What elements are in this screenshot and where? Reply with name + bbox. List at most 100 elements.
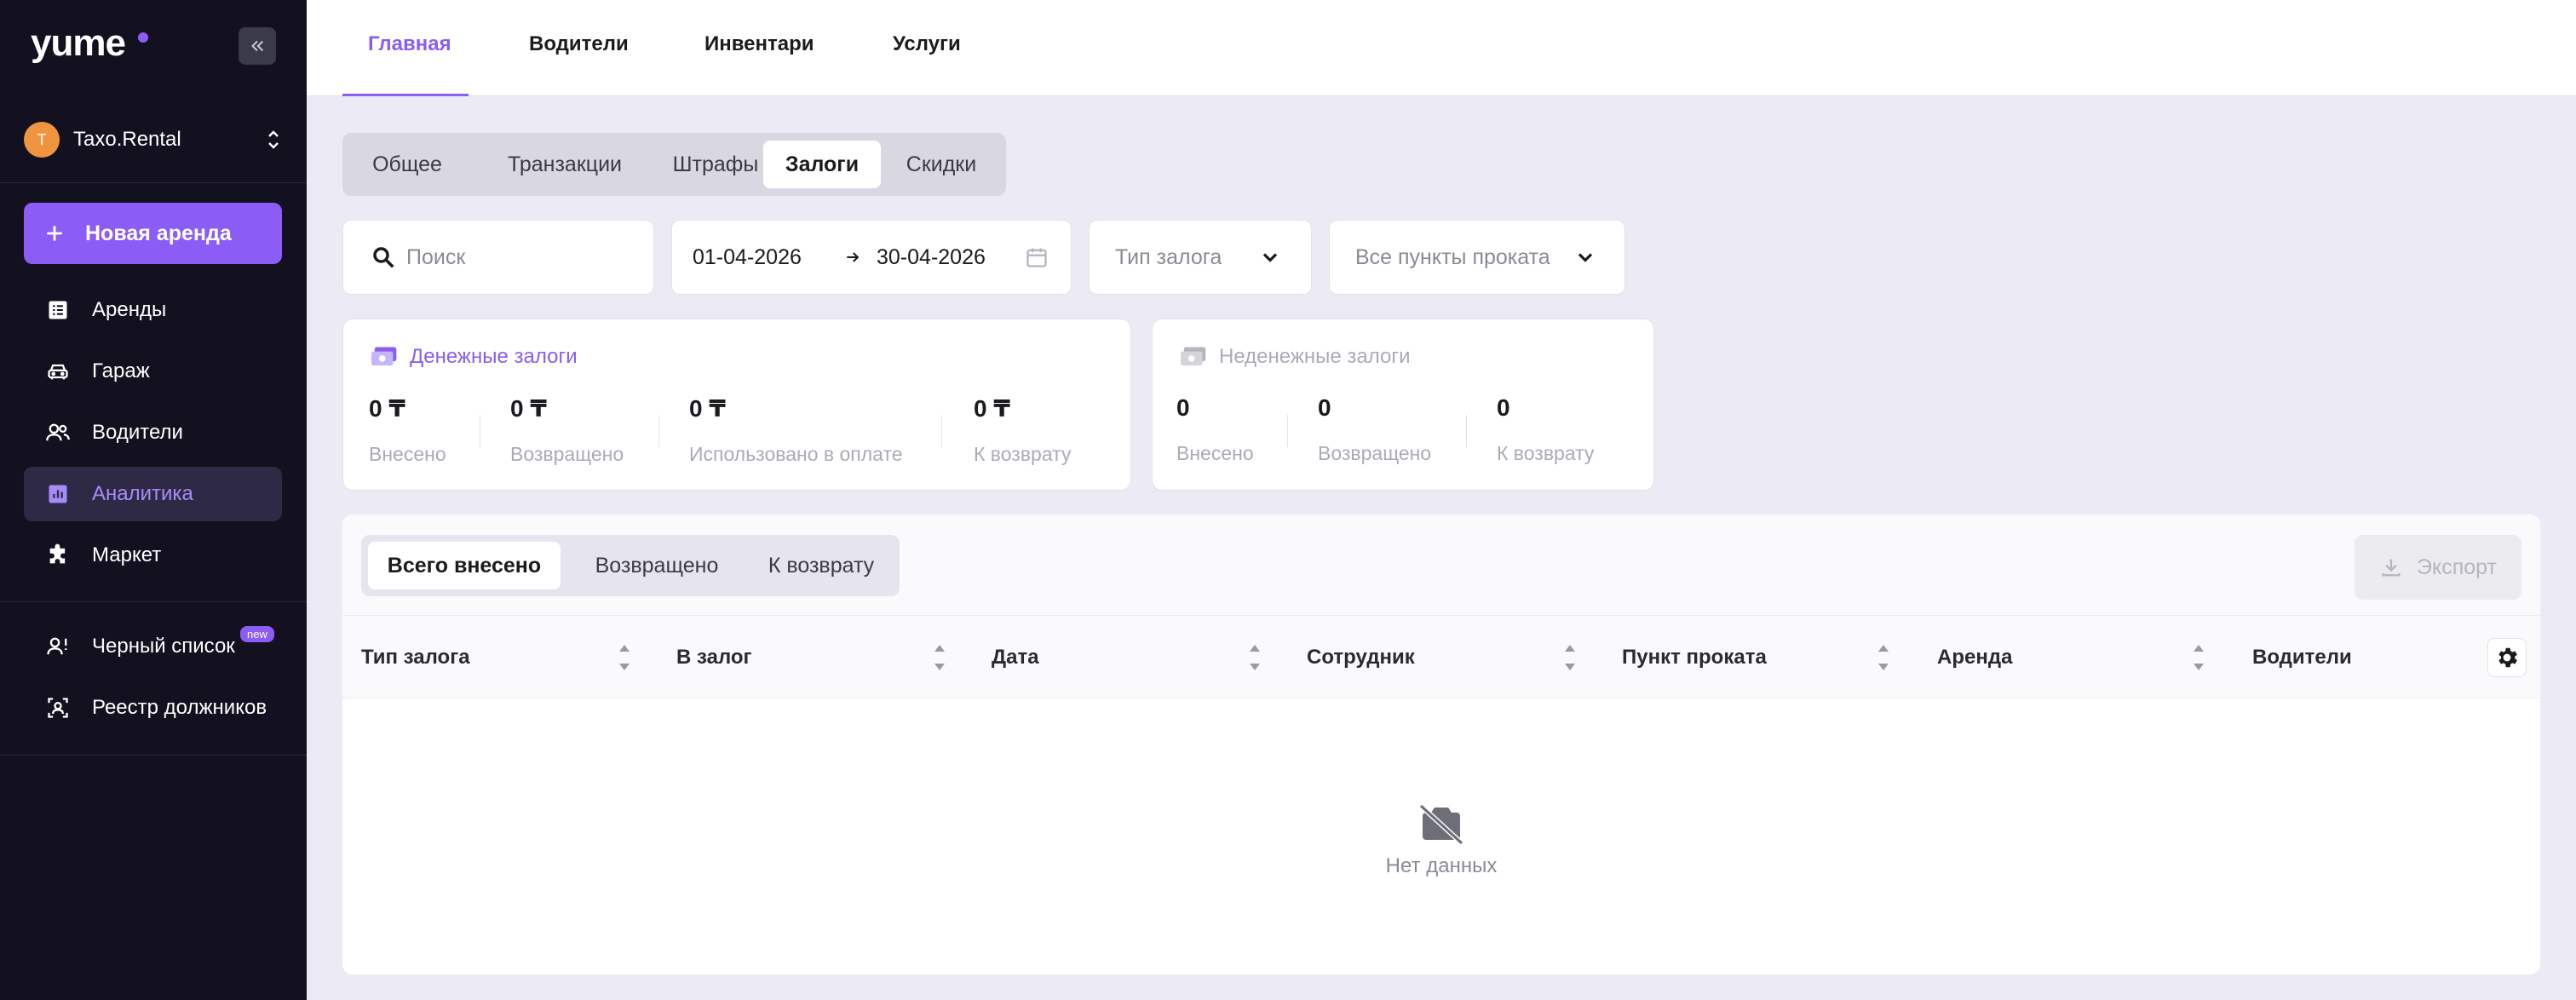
column-header-date[interactable]: Дата	[992, 616, 1039, 699]
sort-icon[interactable]	[1876, 641, 1891, 674]
noncash-deposits-card: Неденежные залоги 0 Внесено 0 Возвращено 0…	[1152, 319, 1654, 491]
chevron-updown-icon	[268, 130, 279, 149]
app-logo[interactable]: yume	[31, 22, 126, 65]
download-icon	[2382, 559, 2401, 577]
rental-points-select[interactable]: Все пункты проката	[1329, 220, 1625, 295]
arrow-right-icon	[847, 252, 860, 262]
chevron-down-icon	[1262, 253, 1278, 262]
empty-state: Нет данных	[342, 803, 2540, 878]
sidebar-item-label: Аналитика	[92, 482, 193, 505]
no-data-icon	[1418, 803, 1464, 846]
tab-to-return[interactable]: К возврату	[746, 542, 896, 589]
sidebar-item-garage[interactable]: Гараж	[24, 344, 282, 399]
tab-services[interactable]: Услуги	[893, 32, 961, 56]
users-icon	[46, 423, 70, 441]
sidebar-item-label: Черный список	[92, 635, 235, 658]
deposits-table-tabs: Всего внесено Возвращено К возврату	[361, 535, 900, 596]
sidebar-item-label: Реестр должников	[92, 696, 267, 719]
money-icon	[1181, 347, 1206, 366]
user-scan-icon	[48, 698, 68, 718]
date-to[interactable]: 30-04-2026	[877, 245, 986, 270]
sort-icon[interactable]	[1247, 641, 1262, 674]
sidebar-item-rentals[interactable]: Аренды	[24, 283, 282, 337]
rental-points-placeholder: Все пункты проката	[1355, 244, 1550, 269]
table-header: Тип залога В залог Дата Сотрудник Пункт …	[342, 615, 2540, 698]
chart-icon	[49, 485, 67, 503]
column-header-employee[interactable]: Сотрудник	[1307, 616, 1415, 699]
plus-icon	[47, 226, 62, 241]
list-icon	[49, 301, 67, 319]
deposits-table-panel: Всего внесено Возвращено К возврату Эксп…	[342, 514, 2540, 974]
org-name: Taxo.Rental	[73, 128, 181, 151]
segment-deposits[interactable]: Залоги	[763, 141, 881, 188]
tab-drivers[interactable]: Водители	[529, 32, 629, 56]
export-label: Экспорт	[2417, 555, 2497, 579]
calendar-icon	[1026, 248, 1047, 267]
active-tab-indicator	[342, 94, 469, 96]
sidebar-divider	[0, 601, 307, 602]
column-header-deposit-type[interactable]: Тип залога	[361, 616, 470, 699]
date-range-picker[interactable]: 01-04-2026 30-04-2026	[671, 220, 1072, 295]
sidebar: yume T Taxo.Rental Новая аренда Аренды Г…	[0, 0, 307, 1000]
sidebar-item-market[interactable]: Маркет	[24, 528, 282, 583]
money-icon	[371, 347, 397, 366]
deposit-type-select[interactable]: Тип залога	[1089, 220, 1312, 295]
card-title: Неденежные залоги	[1178, 345, 1411, 369]
analytics-section-tabs: Общее Транзакции Штрафы Залоги Скидки	[342, 133, 1006, 196]
org-avatar: T	[24, 122, 60, 158]
sort-icon[interactable]	[1562, 641, 1578, 674]
puzzle-icon	[49, 543, 66, 564]
segment-fines[interactable]: Штрафы	[653, 141, 779, 188]
sidebar-item-label: Гараж	[92, 359, 150, 382]
sort-icon[interactable]	[932, 641, 947, 674]
gear-icon	[2498, 647, 2517, 668]
table-settings-button[interactable]	[2487, 638, 2527, 677]
table-toolbar: Всего внесено Возвращено К возврату Эксп…	[342, 514, 2540, 615]
stat-deposited: 0 Внесено	[1176, 394, 1254, 464]
search-field[interactable]: Поиск	[342, 220, 654, 295]
cash-deposits-card: Денежные залоги 0 ₸ Внесено 0 ₸ Возвращено…	[342, 319, 1131, 491]
search-placeholder: Поиск	[406, 244, 466, 269]
date-from[interactable]: 01-04-2026	[693, 245, 802, 270]
sort-icon[interactable]	[2191, 641, 2206, 674]
search-icon	[373, 247, 394, 268]
column-header-rental-point[interactable]: Пункт проката	[1622, 616, 1767, 699]
sidebar-divider	[0, 182, 307, 183]
sidebar-item-label: Маркет	[92, 543, 162, 566]
sort-icon[interactable]	[617, 641, 632, 674]
export-button[interactable]: Экспорт	[2355, 535, 2521, 600]
column-header-drivers[interactable]: Водители	[2252, 616, 2352, 699]
stat-returned: 0 ₸ Возвращено	[510, 395, 624, 465]
new-rental-button[interactable]: Новая аренда	[24, 203, 282, 264]
collapse-sidebar-button[interactable]	[239, 27, 276, 65]
tab-main[interactable]: Главная	[368, 32, 451, 56]
new-rental-label: Новая аренда	[85, 221, 232, 245]
segment-transactions[interactable]: Транзакции	[472, 141, 658, 188]
empty-state-text: Нет данных	[1385, 854, 1498, 877]
segment-discounts[interactable]: Скидки	[888, 141, 995, 188]
logo-dot	[138, 32, 148, 43]
sidebar-item-label: Аренды	[92, 298, 167, 321]
chevron-down-icon	[1578, 253, 1593, 262]
sidebar-item-debtors-registry[interactable]: Реестр должников	[24, 681, 282, 735]
deposit-type-placeholder: Тип залога	[1115, 244, 1222, 269]
top-navigation	[307, 0, 2576, 96]
stat-deposited: 0 ₸ Внесено	[369, 395, 446, 465]
tab-total-deposited[interactable]: Всего внесено	[368, 542, 561, 589]
tab-returned[interactable]: Возвращено	[569, 542, 745, 589]
sidebar-divider	[0, 755, 307, 756]
segment-general[interactable]: Общее	[353, 141, 462, 188]
chevrons-left-icon	[251, 40, 264, 52]
stat-used-in-payment: 0 ₸ Использовано в оплате	[689, 395, 903, 465]
sidebar-item-blacklist[interactable]: Черный список new	[24, 619, 282, 674]
column-header-deposit-item[interactable]: В залог	[676, 616, 752, 699]
stat-returned: 0 Возвращено	[1318, 394, 1432, 464]
car-icon	[48, 364, 68, 380]
user-warning-icon	[47, 637, 67, 655]
card-title: Денежные залоги	[369, 345, 578, 369]
sidebar-item-analytics[interactable]: Аналитика	[24, 467, 282, 521]
sidebar-item-drivers[interactable]: Водители	[24, 405, 282, 460]
column-header-rental[interactable]: Аренда	[1937, 616, 2012, 699]
org-switcher[interactable]: T Taxo.Rental	[24, 118, 283, 162]
tab-inventory[interactable]: Инвентари	[704, 32, 814, 56]
